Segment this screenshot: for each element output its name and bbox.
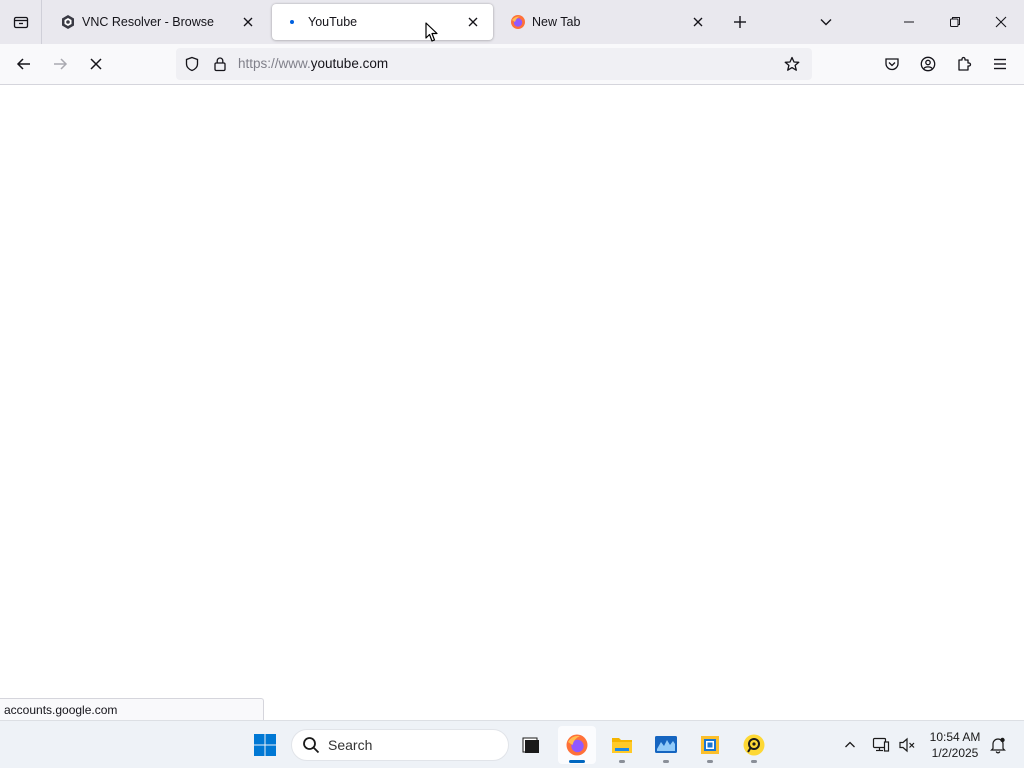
- page-content: accounts.google.com: [0, 85, 1024, 720]
- taskbar-search-box[interactable]: Search: [291, 729, 509, 761]
- volume-muted-button[interactable]: [893, 730, 921, 760]
- tab-vnc-resolver[interactable]: VNC Resolver - Browse: [46, 4, 268, 40]
- chevron-up-icon: [845, 741, 855, 748]
- stop-loading-button[interactable]: [80, 48, 112, 80]
- back-button[interactable]: [8, 48, 40, 80]
- clock-time: 10:54 AM: [929, 730, 981, 744]
- system-clock[interactable]: 10:54 AM 1/2/2025: [922, 729, 988, 761]
- tab-youtube[interactable]: YouTube: [272, 4, 493, 40]
- notifications-button[interactable]: [984, 730, 1012, 760]
- url-domain: youtube.com: [310, 56, 389, 71]
- extensions-button[interactable]: [948, 48, 980, 80]
- network-ethernet-icon: [872, 737, 890, 752]
- firefox-view-button[interactable]: [0, 0, 42, 44]
- vnc-icon: [60, 14, 76, 30]
- windows-logo-icon: [254, 734, 276, 756]
- start-button[interactable]: [246, 726, 284, 764]
- stop-icon: [90, 58, 102, 70]
- navigation-toolbar: https://www.youtube.com: [0, 44, 1024, 85]
- open-app-indicator: [663, 760, 669, 763]
- close-tab-icon[interactable]: [688, 12, 708, 32]
- hamburger-menu-icon: [994, 58, 1006, 70]
- taskbar: Search 10:54 AM 1/2/2025: [0, 720, 1024, 768]
- pocket-button[interactable]: [876, 48, 908, 80]
- close-tab-icon[interactable]: [238, 12, 258, 32]
- monitor-chart-icon: [655, 736, 677, 753]
- tab-new-tab[interactable]: New Tab: [496, 4, 718, 40]
- tab-title: New Tab: [532, 15, 581, 29]
- minimize-button[interactable]: [886, 0, 932, 44]
- plus-icon: [734, 16, 746, 28]
- taskbar-firefox[interactable]: [558, 726, 596, 764]
- firefox-icon: [510, 14, 526, 30]
- notification-bell-icon: [990, 737, 1006, 754]
- search-icon: [303, 737, 320, 754]
- speaker-muted-icon: [899, 737, 915, 753]
- app-menu-button[interactable]: [984, 48, 1016, 80]
- virtualbox-icon: [701, 736, 719, 754]
- pocket-icon: [885, 58, 899, 71]
- tab-title: YouTube: [308, 15, 358, 29]
- url-bar[interactable]: https://www.youtube.com: [176, 48, 812, 80]
- loading-dot-icon: [286, 14, 302, 30]
- tab-title: VNC Resolver - Browse: [82, 15, 214, 29]
- open-app-indicator: [751, 760, 757, 763]
- firefox-icon: [566, 734, 588, 756]
- tab-strip: VNC Resolver - Browse YouTube New Tab: [0, 0, 1024, 44]
- minimize-icon: [904, 21, 914, 23]
- open-app-indicator: [619, 760, 625, 763]
- url-text[interactable]: https://www.youtube.com: [238, 56, 388, 71]
- url-prefix: https://www.: [238, 56, 311, 71]
- taskbar-system-monitor[interactable]: [647, 726, 685, 764]
- account-button[interactable]: [912, 48, 944, 80]
- taskbar-file-explorer[interactable]: [603, 726, 641, 764]
- taskbar-task-view[interactable]: [512, 726, 550, 764]
- forward-button[interactable]: [44, 48, 76, 80]
- folder-icon: [612, 738, 632, 753]
- new-tab-button[interactable]: [724, 6, 756, 38]
- lock-icon[interactable]: [206, 48, 234, 80]
- close-window-button[interactable]: [978, 0, 1024, 44]
- account-icon: [920, 56, 936, 72]
- open-app-indicator: [707, 760, 713, 763]
- puzzle-piece-icon: [958, 56, 972, 71]
- arrow-right-icon: [54, 58, 68, 70]
- chevron-down-icon: [820, 19, 832, 26]
- clock-date: 1/2/2025: [931, 746, 979, 760]
- status-bar-link-preview: accounts.google.com: [0, 698, 264, 720]
- close-tab-icon[interactable]: [463, 12, 483, 32]
- bookmark-star-icon[interactable]: [776, 48, 808, 80]
- mouse-pointer-icon: [425, 22, 438, 42]
- arrow-left-icon: [16, 58, 30, 70]
- taskbar-virtualbox[interactable]: [691, 726, 729, 764]
- tracking-protection-shield-icon[interactable]: [178, 48, 206, 80]
- firefox-view-icon: [13, 16, 28, 29]
- show-hidden-icons-button[interactable]: [836, 730, 864, 760]
- taskbar-remote-desktop[interactable]: [735, 726, 773, 764]
- network-status-button[interactable]: [867, 730, 895, 760]
- remote-desktop-icon: [743, 734, 765, 756]
- restore-icon: [950, 17, 960, 27]
- active-app-indicator: [569, 760, 585, 763]
- close-icon: [995, 16, 1007, 28]
- task-view-icon: [522, 737, 539, 753]
- restore-button[interactable]: [932, 0, 978, 44]
- list-all-tabs-button[interactable]: [810, 6, 842, 38]
- search-placeholder: Search: [328, 737, 373, 753]
